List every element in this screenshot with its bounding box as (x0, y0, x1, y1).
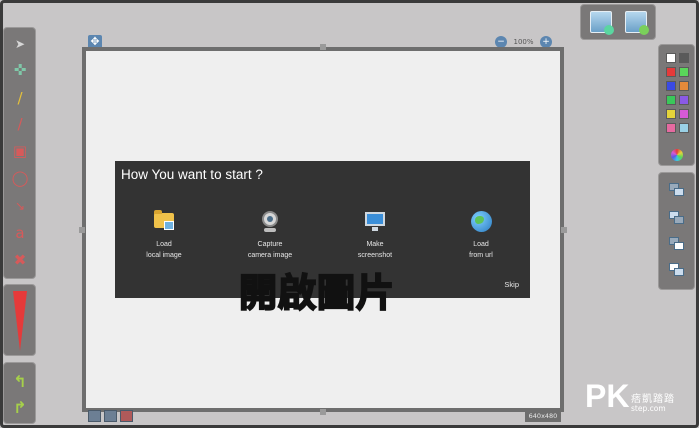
swatch-red[interactable] (666, 67, 676, 77)
swatch-orange[interactable] (679, 81, 689, 91)
dialog-title: How You want to start ? (121, 167, 263, 182)
image-actions-bar (580, 4, 656, 40)
option-label-line2: local image (146, 252, 182, 259)
skip-link[interactable]: Skip (504, 280, 519, 289)
swatch-blue[interactable] (666, 81, 676, 91)
canvas-size-readout: 640x480 (525, 410, 561, 422)
history-toolbar: ↰ ↱ (3, 362, 36, 424)
brush-size-bar[interactable] (3, 284, 36, 356)
folder-image-icon (151, 209, 177, 235)
send-backward-icon[interactable] (669, 237, 685, 251)
watermark-site: step.com (631, 404, 666, 413)
option-label-line2: screenshot (357, 252, 393, 259)
tools-toolbar: ➤ ✜ / / ▣ ◯ ↘ a ✖ (3, 27, 36, 279)
upload-image-icon[interactable] (625, 11, 649, 35)
rectangle-tool-icon[interactable]: ▣ (10, 141, 30, 161)
swatch-yellow[interactable] (666, 109, 676, 119)
fit-screen-icon[interactable] (104, 410, 117, 422)
swatch-white[interactable] (666, 53, 676, 63)
bring-to-front-icon[interactable] (669, 183, 685, 197)
resize-handle-top[interactable] (320, 44, 326, 50)
resize-handle-bottom[interactable] (320, 409, 326, 415)
clear-canvas-icon[interactable] (120, 410, 133, 422)
save-image-icon[interactable] (590, 11, 614, 35)
bring-forward-icon[interactable] (669, 211, 685, 225)
option-label-line1: Load (473, 241, 489, 248)
undo-icon[interactable]: ↰ (10, 371, 30, 391)
swatch-lightblue[interactable] (679, 123, 689, 133)
make-screenshot-option[interactable]: Make screenshot (330, 209, 420, 261)
watermark-logo: PK (585, 378, 630, 414)
resize-handle-right[interactable] (561, 227, 567, 233)
redo-icon[interactable]: ↱ (10, 397, 30, 417)
resize-handle-left[interactable] (79, 227, 85, 233)
brush-tool-icon[interactable]: / (10, 114, 30, 134)
color-palette (658, 44, 695, 166)
option-label-line2: from url (469, 252, 493, 259)
blur-tool-icon[interactable]: ✖ (10, 250, 30, 270)
zoom-level: 100% (513, 38, 534, 46)
arrow-tool-icon[interactable]: ↘ (10, 196, 30, 216)
load-from-url-option[interactable]: Load from url (436, 209, 526, 261)
swatch-purple[interactable] (679, 95, 689, 105)
pointer-tool-icon[interactable]: ➤ (10, 34, 30, 54)
capture-camera-option[interactable]: Capture camera image (225, 209, 315, 261)
webcam-icon (257, 209, 283, 235)
canvas-bottom-buttons (88, 410, 133, 422)
layer-order-bar (658, 172, 695, 290)
grid-icon[interactable] (88, 410, 101, 422)
option-label-line1: Load (156, 241, 172, 248)
crop-tool-icon[interactable]: ✜ (10, 60, 30, 80)
swatch-gray[interactable] (679, 53, 689, 63)
swatch-magenta[interactable] (679, 109, 689, 119)
size-wedge-icon (13, 291, 27, 351)
load-local-image-option[interactable]: Load local image (119, 209, 209, 261)
swatch-pink[interactable] (666, 123, 676, 133)
pencil-tool-icon[interactable]: / (10, 88, 30, 108)
overlay-caption: 開啟圖片 (238, 270, 396, 316)
globe-icon (468, 209, 494, 235)
option-label-line1: Make (366, 241, 384, 248)
option-label-line1: Capture (257, 241, 283, 248)
upload-badge-icon (639, 25, 649, 35)
swatch-darkgreen[interactable] (666, 95, 676, 105)
option-label-line2: camera image (247, 252, 293, 259)
send-to-back-icon[interactable] (669, 263, 685, 277)
save-badge-icon (604, 25, 614, 35)
swatch-green[interactable] (679, 67, 689, 77)
color-wheel-icon[interactable] (671, 149, 683, 161)
watermark: PK 痞凱踏踏 step.com (585, 378, 697, 422)
watermark-name: 痞凱踏踏 (631, 394, 675, 405)
ellipse-tool-icon[interactable]: ◯ (10, 168, 30, 188)
monitor-icon (362, 209, 388, 235)
text-tool-icon[interactable]: a (10, 223, 30, 243)
